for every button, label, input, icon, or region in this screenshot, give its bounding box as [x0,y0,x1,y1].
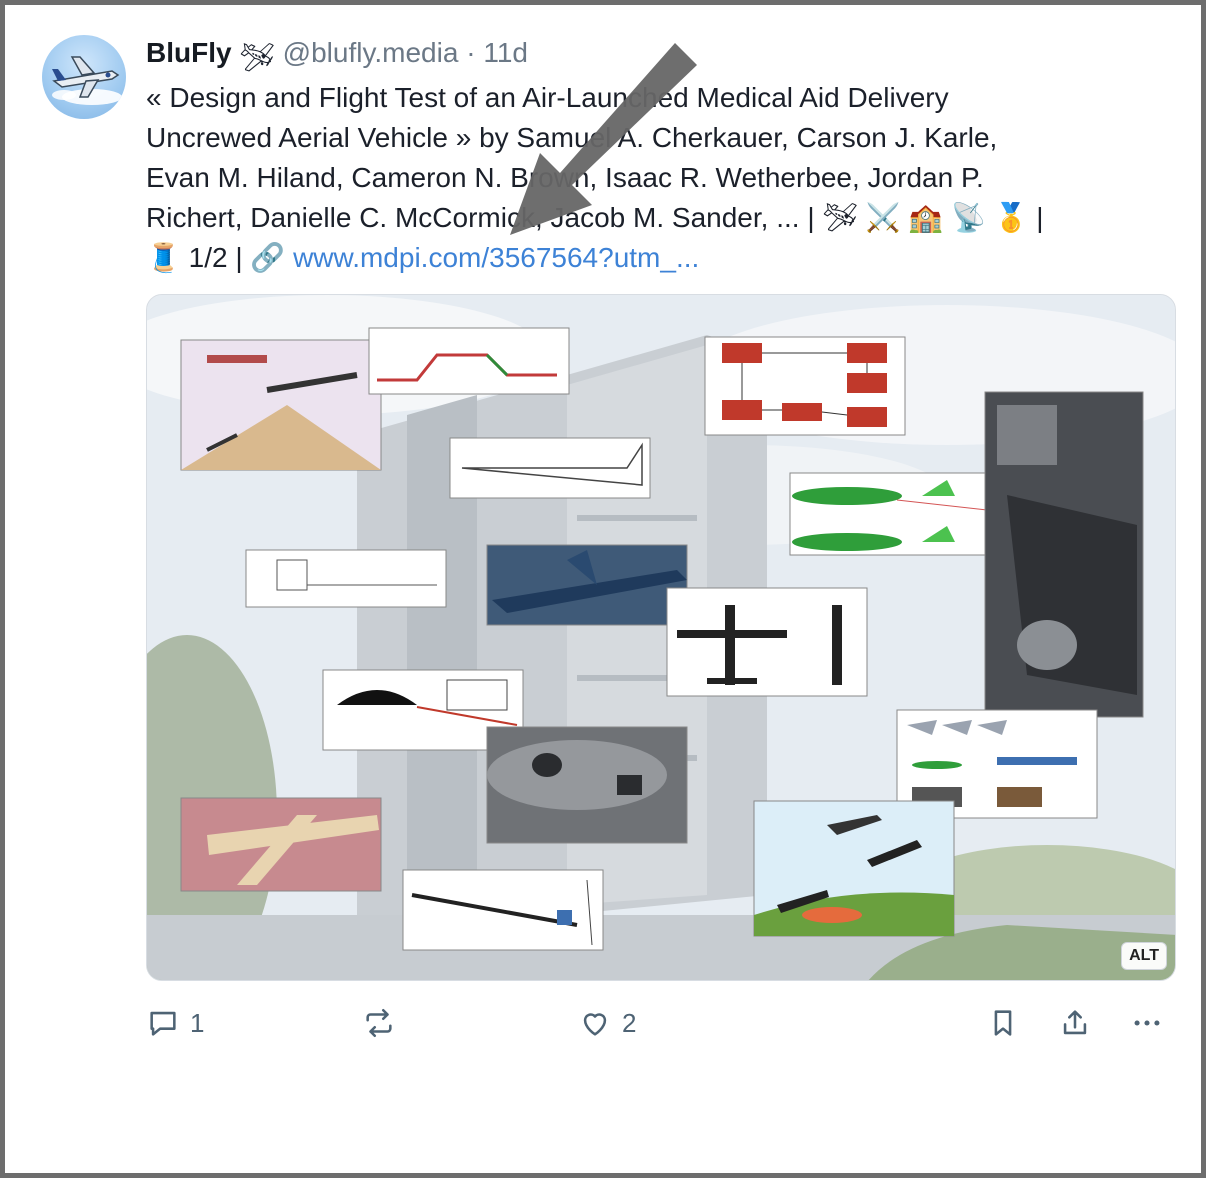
bookmark-button[interactable] [986,1001,1020,1045]
link-emoji: 🔗 [250,242,286,273]
more-icon [1134,1020,1160,1026]
share-button[interactable] [1058,1001,1092,1045]
like-count: 2 [622,1007,637,1038]
like-icon [583,1013,607,1036]
author-name[interactable]: BluFly [146,37,232,68]
bookmark-icon [994,1010,1012,1036]
reply-count: 1 [190,1007,205,1038]
thread-emoji: 🧵 [146,242,181,273]
post-header: BluFly 🛩 @blufly.media · 11d [146,35,528,76]
header-separator: · [466,37,476,68]
screenshot-frame: BluFly 🛩 @blufly.media · 11d « Design an… [0,0,1206,1178]
reply-icon [150,1011,176,1036]
alt-badge[interactable]: ALT [1121,942,1167,970]
repost-icon [366,1008,392,1038]
share-icon [1063,1010,1087,1035]
annotation-arrow [510,43,697,235]
avatar[interactable] [42,35,126,119]
repost-button[interactable] [362,1001,406,1045]
collage-image [147,295,1175,980]
author-emoji: 🛩 [239,42,275,73]
post-actions: 1 2 [146,1001,1176,1045]
like-button[interactable]: 2 [578,1001,636,1045]
author-handle[interactable]: @blufly.media [283,37,459,68]
reply-button[interactable]: 1 [146,1001,204,1045]
thread-count: 1/2 | [188,242,243,273]
post-image[interactable]: ALT [146,294,1176,981]
avatar-jet-icon [52,56,122,105]
more-button[interactable] [1130,1001,1164,1045]
